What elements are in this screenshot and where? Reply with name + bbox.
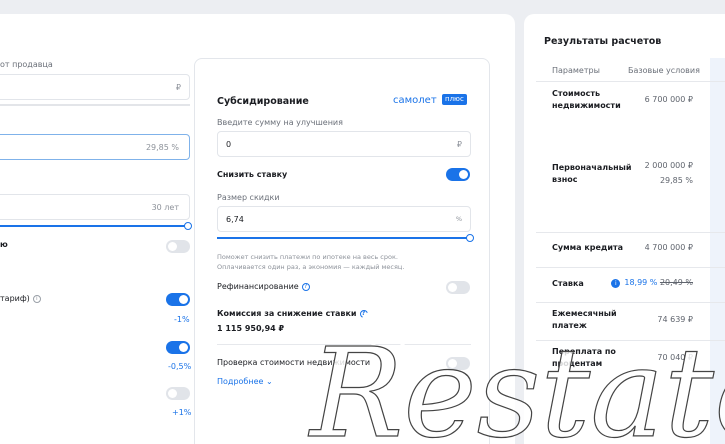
check-label: Проверка стоимости недвижимости (217, 358, 371, 367)
seller-price-label: от продавца (0, 60, 53, 69)
samolet-plus-badge: плюс (442, 94, 467, 105)
refinance-row: Рефинансирование? (217, 282, 310, 291)
refinance-toggle[interactable] (446, 281, 470, 294)
improvement-value: 0 (226, 140, 232, 149)
option-toggle-2[interactable] (166, 341, 190, 354)
samolet-logo: самолет (393, 95, 437, 106)
commission-value: 1 115 950,94 ₽ (217, 324, 285, 333)
down-payment-input[interactable]: 29,85 % (0, 134, 190, 160)
down-row-percent: 29,85 % (659, 176, 693, 185)
col-params-header: Параметры (552, 66, 600, 75)
subsidy-title: Субсидирование (217, 96, 309, 107)
improvement-unit: ₽ (456, 140, 462, 149)
row-divider (536, 267, 725, 268)
discount-hint-line-1: Поможет снизить платежи по ипотеке на ве… (217, 253, 398, 261)
discount-input[interactable]: 6,74 % (217, 206, 471, 232)
discount-slider[interactable] (217, 234, 474, 242)
down-row-value: 2 000 000 ₽ (644, 161, 693, 170)
overpay-row-value: 70 040 ₽ (657, 353, 693, 362)
overpay-row-label: Переплата по процентам (552, 347, 616, 368)
col-base-header: Базовые условия (628, 66, 700, 75)
reduce-rate-toggle[interactable] (446, 168, 470, 181)
credit-row-value: 4 700 000 ₽ (644, 243, 693, 252)
row-divider (536, 302, 725, 303)
discount-hint-line-2: Оплачивается один раз, а экономия — кажд… (217, 263, 405, 271)
term-value: 30 лет (151, 203, 179, 212)
more-link[interactable]: Подробнее ⌄ (217, 377, 273, 386)
property-price-input[interactable]: ₽ (0, 74, 190, 100)
property-price-slider[interactable] (0, 104, 190, 106)
option-delta-2: -0,5% (168, 362, 192, 371)
results-highlight-column (710, 58, 725, 444)
divider (217, 344, 471, 345)
price-row-value: 6 700 000 ₽ (644, 95, 693, 104)
option-toggle-1[interactable] (166, 240, 190, 253)
tariff-delta: -1% (174, 315, 190, 324)
price-row-label: Стоимость недвижимости (552, 89, 621, 110)
tariff-label-fragment: тариф) i (0, 294, 41, 303)
subsidy-panel: Субсидирование самолет плюс Введите сумм… (194, 58, 490, 444)
price-unit: ₽ (175, 83, 181, 92)
discount-value: 6,74 (226, 215, 244, 224)
monthly-row-label: Ежемесячный платеж (552, 309, 617, 330)
rate-row-label: Ставка (552, 279, 584, 288)
option-toggle-3[interactable] (166, 387, 190, 400)
check-toggle[interactable] (446, 357, 470, 370)
option-label-fragment: ю (0, 240, 8, 249)
term-slider-handle[interactable] (184, 222, 192, 230)
improvement-label: Введите сумму на улучшения (217, 118, 343, 127)
term-slider[interactable] (0, 222, 192, 230)
credit-row-label: Сумма кредита (552, 243, 624, 252)
calculator-card: от продавца ₽ 29,85 % 30 лет ю тариф) i -… (0, 14, 515, 444)
info-icon[interactable]: i (32, 295, 41, 303)
header-divider (536, 81, 725, 82)
discount-slider-handle[interactable] (466, 234, 474, 242)
chevron-down-icon: ⌄ (265, 377, 273, 386)
row-divider (536, 232, 725, 233)
discount-label: Размер скидки (217, 193, 280, 202)
results-title: Результаты расчетов (544, 36, 662, 47)
monthly-row-value: 74 639 ₽ (657, 315, 693, 324)
rate-info-icon[interactable]: i (611, 279, 621, 288)
improvement-input[interactable]: 0 ₽ (217, 131, 471, 157)
down-payment-value: 29,85 % (145, 143, 179, 152)
results-card: Результаты расчетов Параметры Базовые ус… (524, 14, 725, 444)
tariff-toggle[interactable] (166, 293, 190, 306)
term-input[interactable]: 30 лет (0, 194, 190, 220)
row-divider (536, 340, 725, 341)
commission-row: Комиссия за снижение ставки? (217, 309, 368, 318)
refinance-info-icon[interactable]: ? (301, 283, 310, 291)
reduce-rate-label: Снизить ставку (217, 170, 288, 179)
rate-row-value: i 18,99 % 20,49 % (611, 277, 693, 289)
option-delta-3: +1% (172, 408, 192, 417)
commission-info-icon[interactable]: ? (359, 310, 368, 318)
discount-unit: % (455, 215, 462, 223)
down-row-label: Первоначальный взнос (552, 163, 632, 184)
